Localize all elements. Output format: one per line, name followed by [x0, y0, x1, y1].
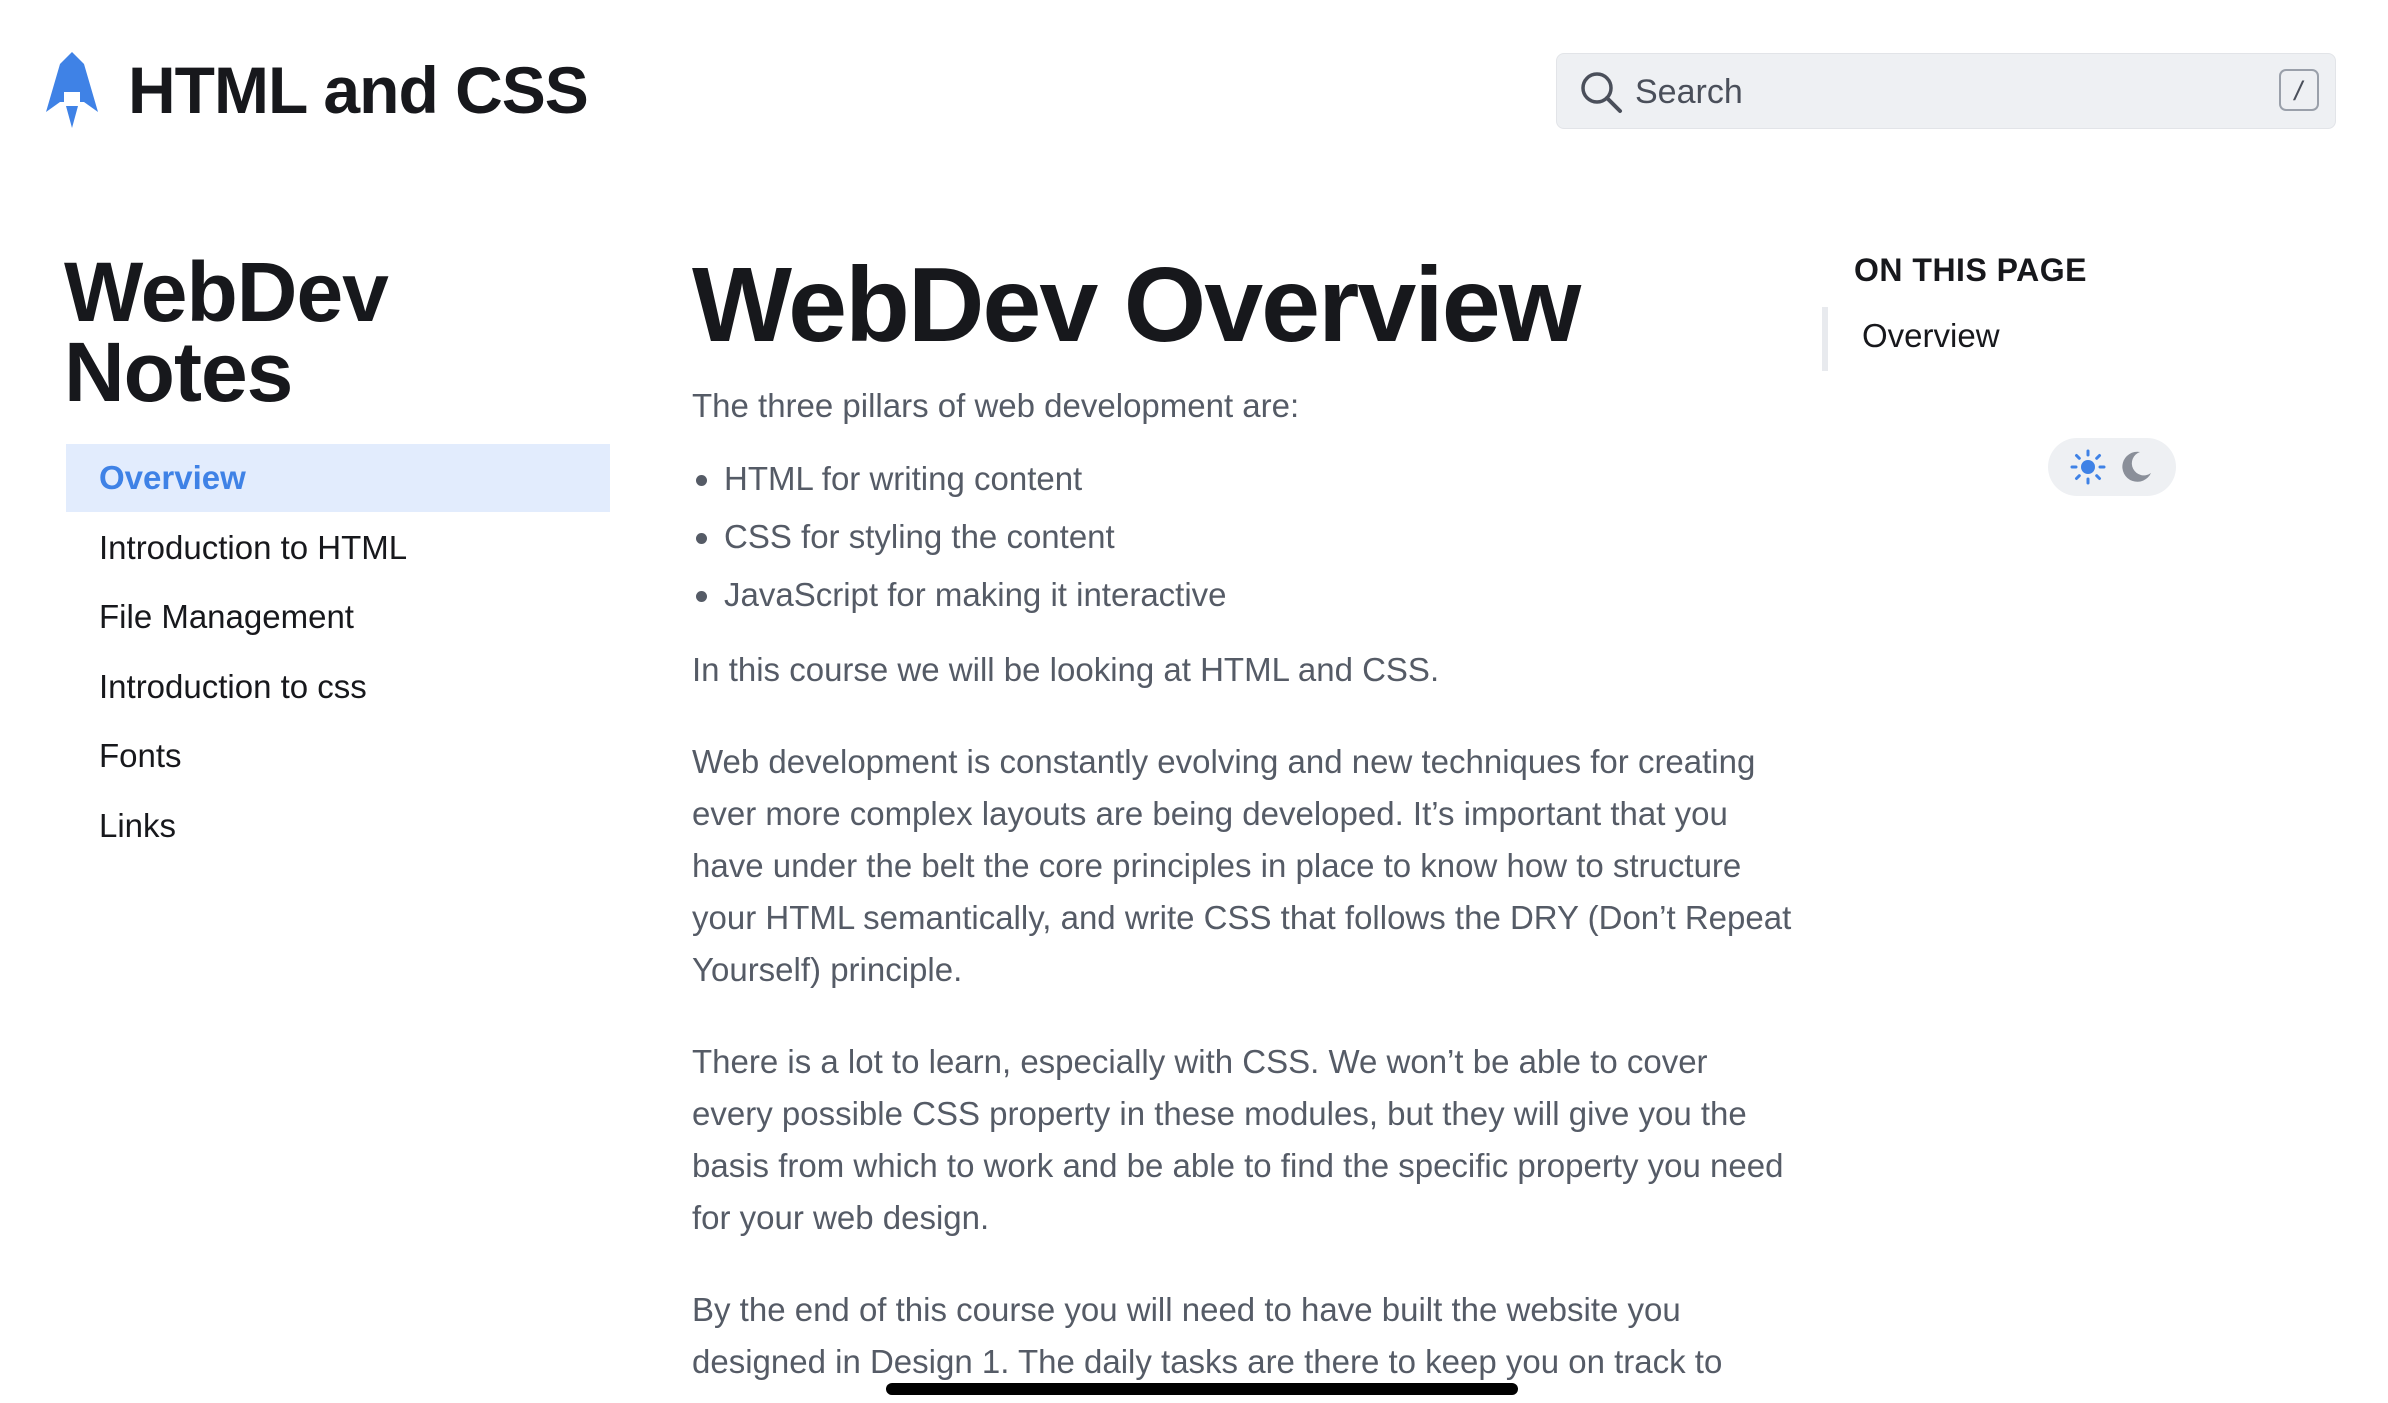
sidebar-item-links[interactable]: Links [66, 792, 610, 860]
paragraph: There is a lot to learn, especially with… [692, 1043, 1784, 1236]
sidebar-item-introduction-to-html[interactable]: Introduction to HTML [66, 514, 610, 582]
sidebar-nav: Overview Introduction to HTML File Manag… [66, 444, 610, 861]
intro-text: The three pillars of web development are… [692, 387, 1300, 424]
sun-icon[interactable] [2070, 449, 2106, 485]
sidebar-title: WebDev Notes [64, 245, 389, 419]
sidebar-item-file-management[interactable]: File Management [66, 583, 610, 651]
search-icon [1581, 72, 1622, 113]
pillars-list: HTML for writing content CSS for styling… [692, 450, 1792, 624]
theme-toggle[interactable] [2048, 438, 2176, 496]
moon-icon[interactable] [2118, 449, 2154, 485]
home-indicator [886, 1383, 1518, 1395]
paragraph: In this course we will be looking at HTM… [692, 651, 1440, 688]
sidebar-item-introduction-to-css[interactable]: Introduction to css [66, 653, 610, 721]
toc-indicator [1822, 307, 1828, 371]
search-placeholder: Search [1635, 73, 1743, 111]
site-title[interactable]: HTML and CSS [128, 50, 589, 130]
main-content: WebDev Overview The three pillars of web… [692, 240, 1792, 1388]
sidebar-item-overview[interactable]: Overview [66, 444, 610, 512]
paragraph: By the end of this course you will need … [692, 1291, 1723, 1380]
sidebar-item-fonts[interactable]: Fonts [66, 722, 610, 790]
search-bar[interactable]: Search / [1556, 53, 2336, 129]
paragraph: Web development is constantly evolving a… [692, 743, 1792, 988]
sidebar: WebDev Notes Overview Introduction to HT… [0, 240, 620, 940]
site-header: HTML and CSS Search / [0, 0, 2388, 180]
rocket-icon[interactable] [44, 52, 100, 130]
toc-link-overview[interactable]: Overview [1862, 314, 2000, 358]
search-shortcut-key: / [2279, 69, 2319, 111]
list-item: HTML for writing content [696, 450, 1792, 508]
list-item: CSS for styling the content [696, 508, 1792, 566]
page-title: WebDev Overview [692, 246, 1581, 364]
toc-heading: ON THIS PAGE [1854, 252, 2087, 288]
list-item: JavaScript for making it interactive [696, 566, 1792, 624]
